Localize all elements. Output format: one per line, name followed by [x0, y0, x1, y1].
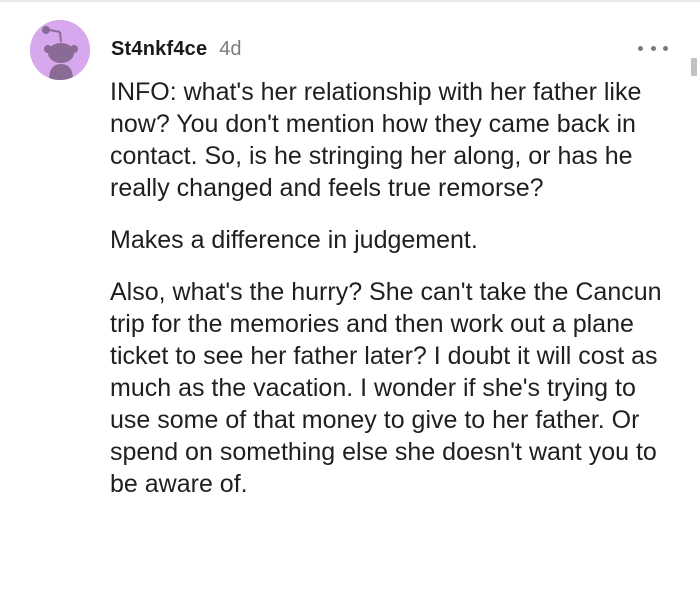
more-horizontal-icon	[650, 45, 656, 51]
comment-paragraph: Makes a difference in judgement.	[110, 226, 478, 254]
scrollbar-thumb[interactable]	[691, 58, 697, 76]
avatar[interactable]	[30, 20, 90, 80]
more-horizontal-icon	[663, 45, 668, 51]
comment-paragraph: Also, what's the hurry? She can't take t…	[110, 278, 662, 498]
more-horizontal-icon	[638, 45, 643, 51]
reddit-snoo-avatar-icon	[30, 20, 90, 80]
comment-paragraph: INFO: what's her relationship with her f…	[110, 78, 642, 202]
comment: St4nkf4ce 4d INFO: what's her relationsh…	[0, 0, 700, 589]
comment-body: INFO: what's her relationship with her f…	[110, 76, 670, 520]
username[interactable]: St4nkf4ce	[111, 38, 207, 61]
more-options-button[interactable]	[638, 40, 668, 56]
timestamp: 4d	[219, 38, 242, 60]
comment-header: St4nkf4ce 4d	[111, 38, 242, 61]
